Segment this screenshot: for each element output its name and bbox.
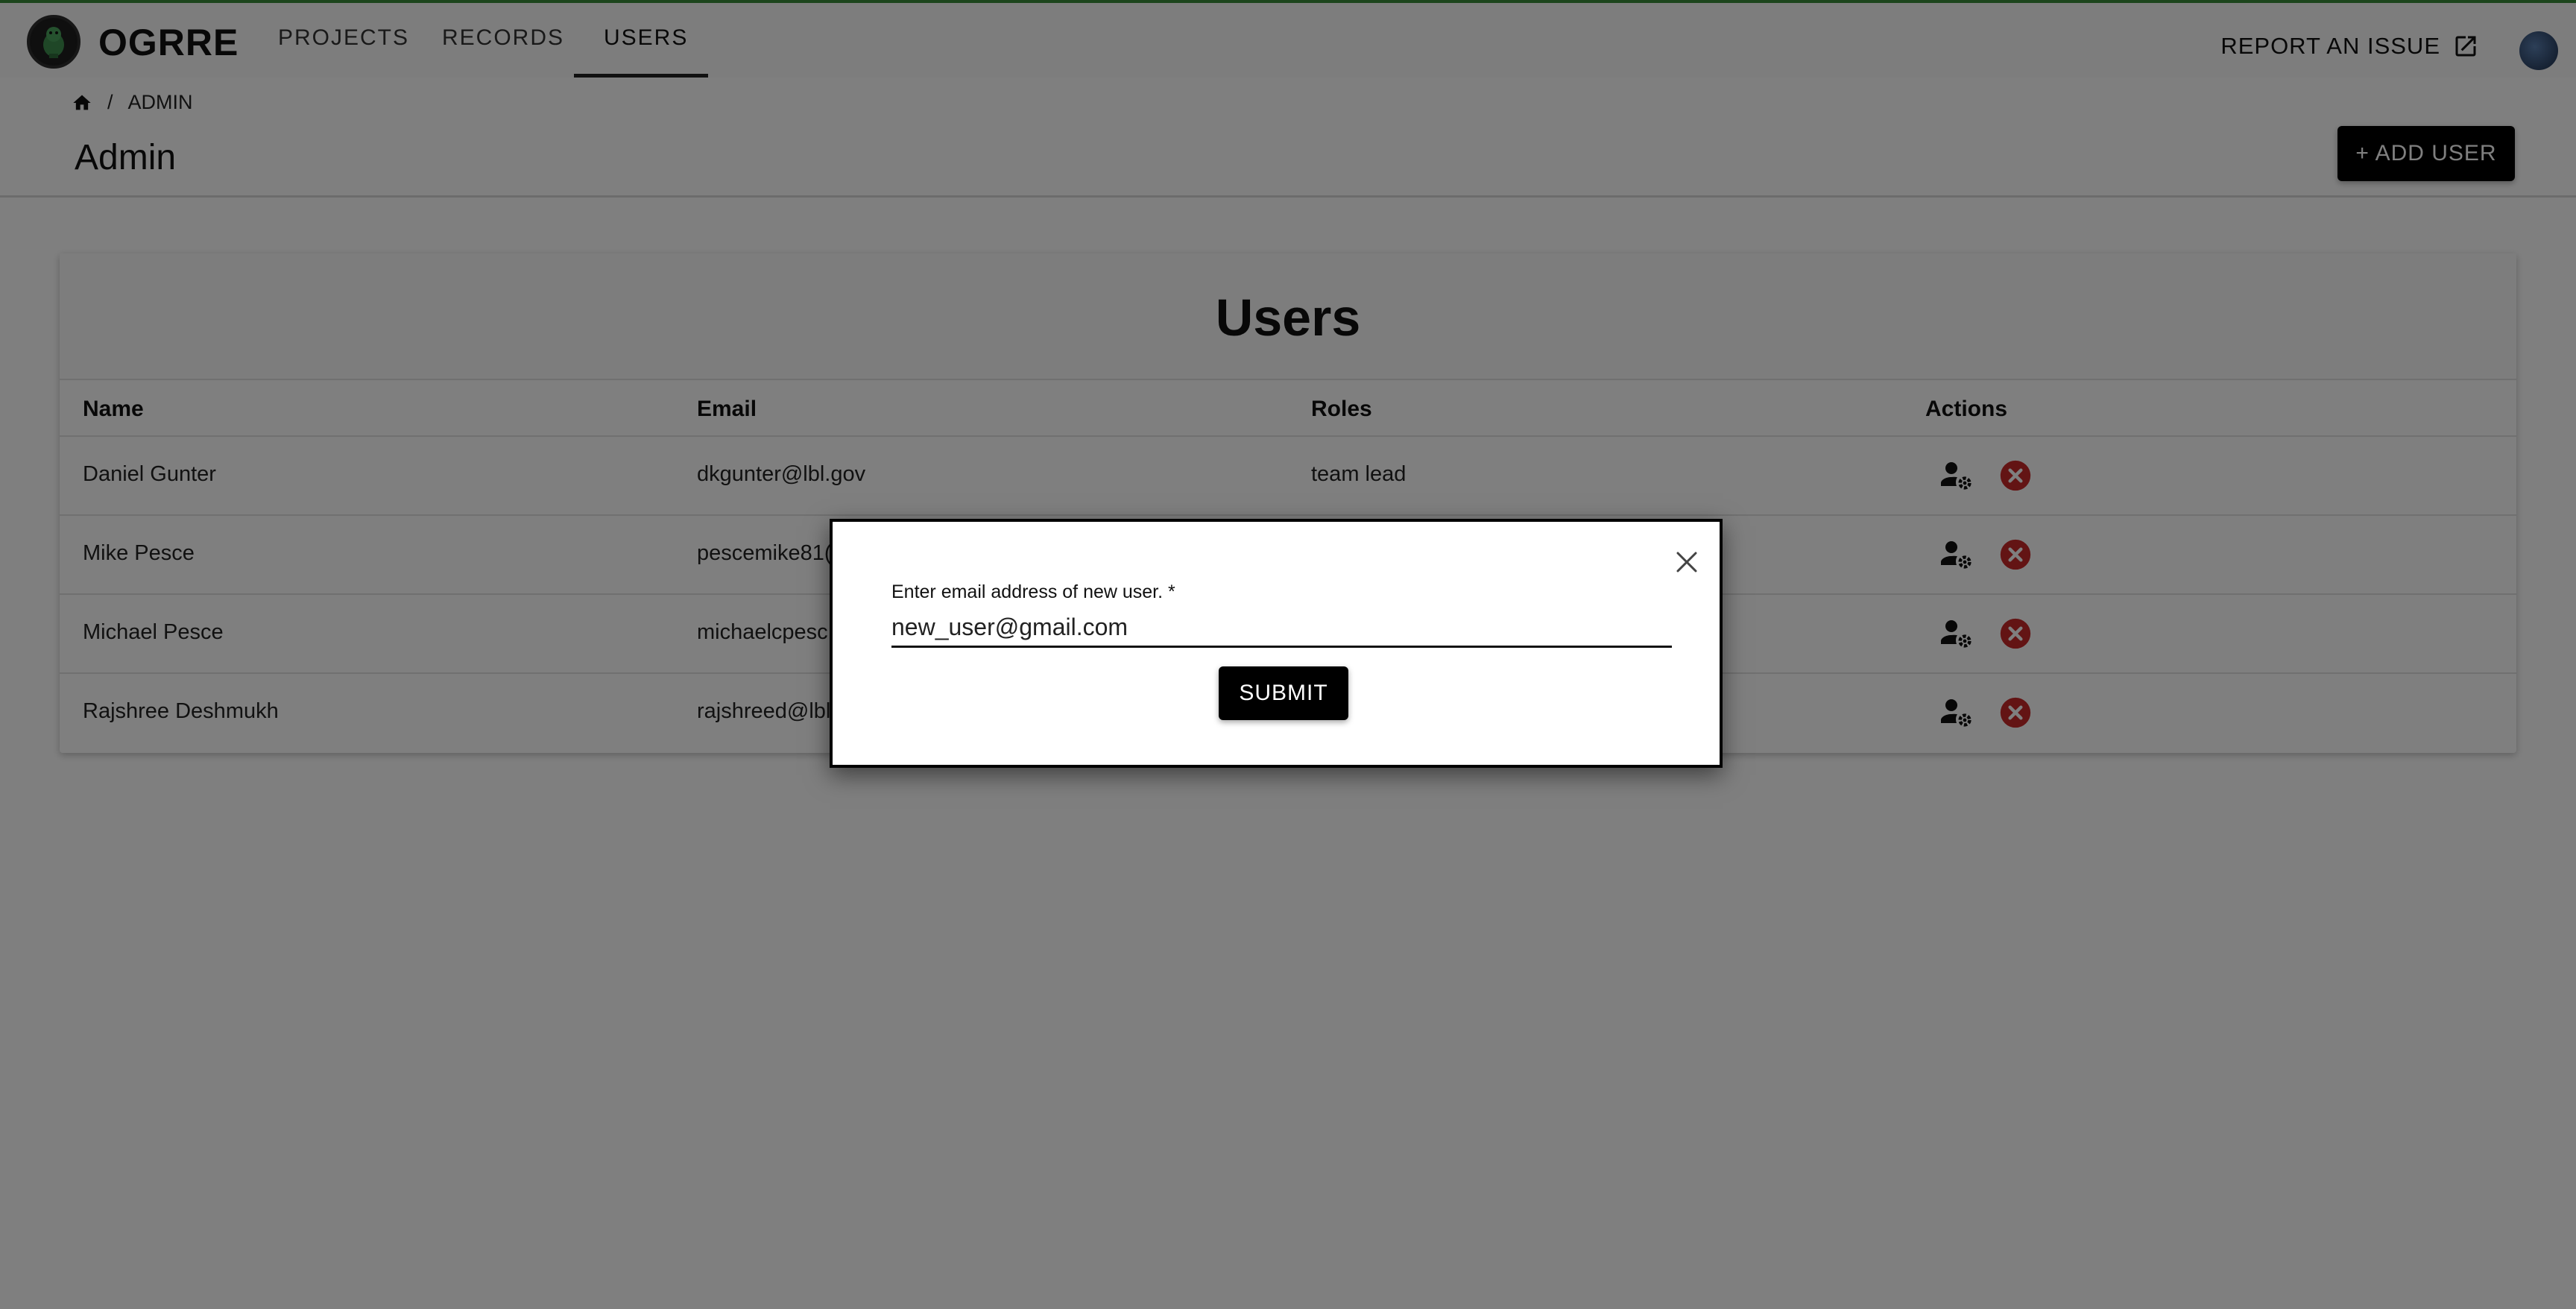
submit-button[interactable]: SUBMIT <box>1219 666 1348 720</box>
new-user-email-input[interactable] <box>891 608 1672 648</box>
close-icon[interactable] <box>1673 549 1700 575</box>
email-field-label: Enter email address of new user. * <box>891 581 1175 602</box>
add-user-dialog: Enter email address of new user. * SUBMI… <box>830 519 1723 768</box>
